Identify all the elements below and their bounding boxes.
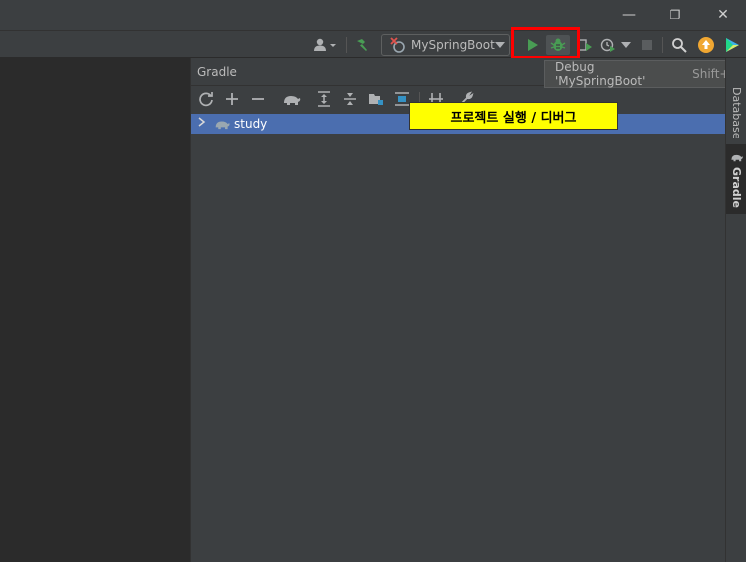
chevron-right-icon[interactable] — [198, 117, 206, 130]
refresh-icon — [199, 92, 213, 107]
annotation-callout: 프로젝트 실행 / 디버그 — [409, 102, 618, 130]
dropdown-arrow-icon — [495, 42, 505, 48]
minus-icon — [252, 98, 264, 100]
build-button[interactable] — [352, 35, 372, 55]
restore-button[interactable]: ❐ — [652, 0, 698, 30]
spring-config-icon — [390, 37, 405, 53]
debug-tooltip: Debug 'MySpringBoot' Shift+F9 — [544, 60, 745, 88]
profiler-icon — [600, 38, 615, 52]
vcs-user-button[interactable] — [310, 35, 340, 55]
more-run-options-button[interactable] — [620, 35, 632, 55]
update-arrow-icon — [698, 37, 714, 53]
tool-tab-label: Database — [730, 88, 743, 138]
editor-area — [0, 58, 190, 562]
stop-button[interactable] — [639, 35, 655, 55]
gradle-elephant-icon — [284, 96, 301, 105]
tool-tab-label: Gradle — [730, 166, 743, 208]
tool-tab-database[interactable]: Database — [726, 88, 746, 138]
gradle-elephant-icon — [214, 117, 231, 134]
close-button[interactable]: ✕ — [700, 0, 746, 30]
reload-gradle-button[interactable] — [197, 90, 215, 108]
code-with-me-icon — [726, 38, 739, 52]
tree-item-label: study — [234, 117, 268, 131]
tool-tab-gradle[interactable]: Gradle — [726, 144, 746, 214]
expand-all-icon — [318, 91, 330, 107]
minimize-icon: — — [622, 7, 636, 23]
code-with-me-button[interactable] — [722, 35, 742, 55]
folder-modules-icon — [369, 94, 383, 105]
close-icon: ✕ — [717, 7, 729, 23]
link-gradle-project-button[interactable] — [223, 90, 241, 108]
stop-icon — [642, 40, 652, 50]
title-bar: — ❐ ✕ — [0, 0, 746, 30]
user-icon — [314, 38, 336, 51]
main-toolbar: MySpringBoot — [0, 30, 746, 58]
restore-icon: ❐ — [669, 8, 681, 22]
expand-all-button[interactable] — [315, 90, 333, 108]
execute-gradle-task-button[interactable] — [281, 90, 303, 108]
collapse-all-icon — [344, 93, 356, 105]
gradle-tool-window: Gradle study — [190, 58, 726, 562]
profiler-button[interactable] — [598, 35, 618, 55]
group-modules-button[interactable] — [367, 90, 385, 108]
hammer-icon — [357, 39, 367, 51]
update-button[interactable] — [696, 35, 716, 55]
unlink-gradle-project-button[interactable] — [249, 90, 267, 108]
gradle-title: Gradle — [197, 65, 237, 79]
run-config-label: MySpringBoot — [411, 38, 495, 52]
right-tool-strip: Database Gradle — [725, 58, 746, 562]
search-icon — [672, 38, 687, 53]
tooltip-label: Debug 'MySpringBoot' — [555, 60, 646, 88]
toolbar-separator — [346, 37, 347, 53]
plus-icon — [226, 93, 238, 105]
collapse-all-button[interactable] — [341, 90, 359, 108]
search-everywhere-button[interactable] — [669, 35, 689, 55]
run-config-selector[interactable]: MySpringBoot — [381, 34, 510, 56]
gradle-elephant-icon — [730, 154, 743, 161]
minimize-button[interactable]: — — [606, 0, 652, 30]
chevron-down-icon — [621, 42, 631, 48]
toolbar-separator — [662, 37, 663, 53]
dependencies-icon — [395, 92, 409, 106]
run-debug-highlight — [511, 27, 580, 59]
